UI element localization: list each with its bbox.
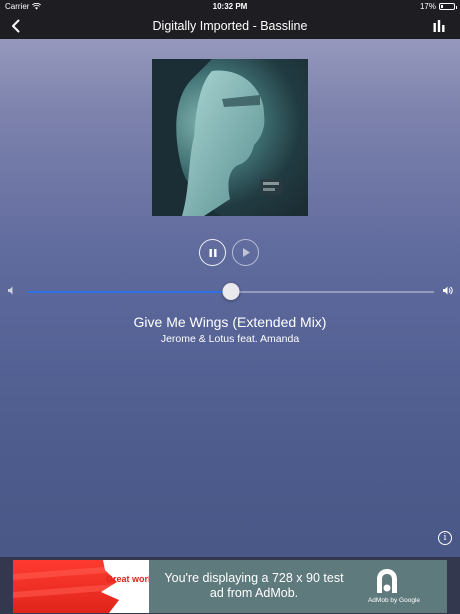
carrier-label: Carrier: [5, 2, 30, 11]
back-button[interactable]: [6, 16, 26, 36]
wifi-icon: [32, 3, 42, 10]
status-left: Carrier: [5, 2, 42, 11]
station-title: Digitally Imported - Bassline: [152, 19, 308, 33]
battery-icon: [439, 3, 457, 10]
chevron-left-icon: [12, 19, 20, 33]
equalizer-icon: [433, 20, 445, 32]
ad-banner[interactable]: Great work! You're displaying a 728 x 90…: [13, 560, 447, 613]
status-bar: Carrier 10:32 PM 17%: [0, 0, 460, 13]
pause-button[interactable]: [199, 239, 226, 266]
album-artwork: [152, 59, 308, 216]
ad-container: Great work! You're displaying a 728 x 90…: [0, 557, 460, 614]
ad-brand: AdMob by Google: [367, 597, 421, 604]
artwork-portrait-image: [152, 59, 282, 216]
play-icon: [242, 248, 250, 257]
playback-controls: [199, 239, 259, 266]
status-time: 10:32 PM: [212, 2, 248, 11]
status-right: 17%: [419, 2, 457, 11]
info-icon: i: [443, 533, 447, 543]
volume-fill: [28, 291, 231, 293]
track-artist: Jerome & Lotus feat. Amanda: [160, 333, 300, 345]
volume-control: [8, 281, 454, 301]
volume-slider[interactable]: [28, 283, 434, 300]
track-title: Give Me Wings (Extended Mix): [133, 314, 327, 330]
volume-thumb[interactable]: [222, 283, 240, 300]
play-button[interactable]: [232, 239, 259, 266]
battery-level: [441, 5, 444, 8]
volume-low-icon: [8, 286, 13, 295]
volume-high-icon: [443, 286, 453, 295]
nav-bar: Digitally Imported - Bassline: [0, 13, 460, 39]
admob-logo-icon: [377, 569, 397, 593]
ad-message: You're displaying a 728 x 90 test ad fro…: [164, 571, 344, 600]
battery-percent: 17%: [419, 2, 436, 11]
pause-icon: [209, 248, 216, 257]
equalizer-button[interactable]: [430, 17, 448, 35]
info-button[interactable]: i: [438, 531, 452, 545]
